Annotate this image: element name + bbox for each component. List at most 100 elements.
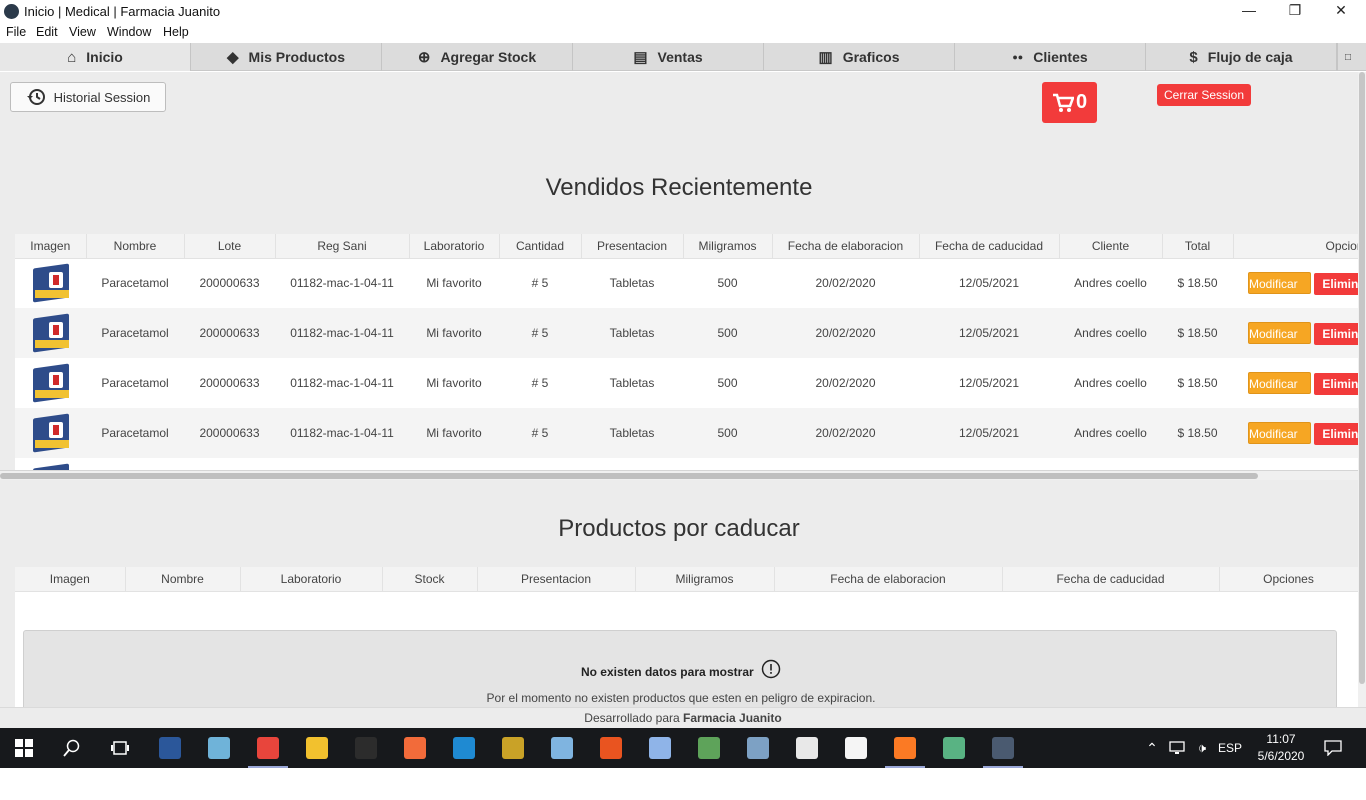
- column-header[interactable]: Presentacion: [581, 234, 684, 259]
- nav-tab-label: Mis Productos: [248, 49, 345, 65]
- electron-taskbar-button[interactable]: [979, 728, 1027, 768]
- column-header[interactable]: Fecha de caducidad: [1002, 567, 1220, 592]
- nav-overflow-icon[interactable]: □: [1337, 43, 1358, 71]
- android-studio-icon: [698, 737, 720, 759]
- delete-button[interactable]: Eliminar: [1314, 372, 1358, 395]
- table-header-row: Imagen Nombre Laboratorio Stock Presenta…: [15, 567, 1358, 592]
- delete-button[interactable]: Eliminar: [1314, 272, 1358, 295]
- scrollbar-thumb[interactable]: [0, 473, 1258, 479]
- git-taskbar-button[interactable]: [489, 728, 537, 768]
- cell-cliente: Andres coello: [1059, 258, 1162, 308]
- restore-button[interactable]: ❐: [1272, 2, 1318, 22]
- nav-tab-inicio[interactable]: ⌂ Inicio: [0, 43, 191, 71]
- column-header[interactable]: Laboratorio: [240, 567, 383, 592]
- windows-icon: [15, 739, 33, 757]
- menu-help[interactable]: Help: [163, 25, 189, 39]
- column-header[interactable]: Imagen: [15, 567, 126, 592]
- cell-cantidad: # 5: [499, 308, 581, 358]
- column-header[interactable]: Reg Sani: [275, 234, 410, 259]
- logout-button[interactable]: Cerrar Session: [1157, 84, 1251, 106]
- search-button[interactable]: [48, 728, 96, 768]
- column-header[interactable]: Opciones: [1233, 234, 1358, 259]
- scrollbar-thumb[interactable]: [1359, 72, 1365, 684]
- column-header[interactable]: Imagen: [15, 234, 87, 259]
- column-header[interactable]: Cliente: [1059, 234, 1163, 259]
- xampp-taskbar-button[interactable]: [881, 728, 929, 768]
- column-header[interactable]: Stock: [382, 567, 478, 592]
- footer-prefix: Desarrollado para: [584, 711, 680, 725]
- modify-button[interactable]: Modificar: [1248, 371, 1311, 394]
- terminal-taskbar-button[interactable]: [342, 728, 390, 768]
- column-header[interactable]: Total: [1162, 234, 1234, 259]
- vertical-scrollbar[interactable]: [1358, 72, 1366, 707]
- main-content: Historial Session 0 Cerrar Session Vendi…: [0, 72, 1358, 707]
- window-title: Inicio | Medical | Farmacia Juanito: [24, 4, 221, 19]
- delete-button[interactable]: Eliminar: [1314, 322, 1358, 345]
- column-header[interactable]: Nombre: [86, 234, 185, 259]
- language-indicator[interactable]: ESP: [1214, 728, 1246, 768]
- cart-button[interactable]: 0: [1042, 82, 1097, 123]
- column-header[interactable]: Presentacion: [477, 567, 636, 592]
- word-taskbar-button[interactable]: [146, 728, 194, 768]
- start-button[interactable]: [0, 728, 48, 768]
- column-header[interactable]: Fecha de elaboracion: [772, 234, 920, 259]
- postman-taskbar-button[interactable]: [391, 728, 439, 768]
- column-header[interactable]: Lote: [184, 234, 276, 259]
- column-header[interactable]: Cantidad: [499, 234, 582, 259]
- menu-edit[interactable]: Edit: [36, 25, 58, 39]
- slack-taskbar-button[interactable]: [783, 728, 831, 768]
- cell-options: Modificar Eliminar: [1233, 258, 1358, 308]
- column-header[interactable]: Miligramos: [635, 567, 775, 592]
- android-studio-taskbar-button[interactable]: [685, 728, 733, 768]
- modify-button[interactable]: Modificar: [1248, 271, 1311, 294]
- gitkraken-taskbar-button[interactable]: [930, 728, 978, 768]
- modify-button[interactable]: Modificar: [1248, 421, 1311, 444]
- column-header[interactable]: Opciones: [1219, 567, 1358, 592]
- nav-tab-flujo-de-caja[interactable]: $ Flujo de caja: [1146, 43, 1337, 71]
- network-glyph: [1169, 741, 1185, 754]
- minimize-button[interactable]: —: [1226, 2, 1272, 22]
- empty-state-text: Por el momento no existen productos que …: [486, 691, 876, 705]
- file-explorer-taskbar-button[interactable]: [293, 728, 341, 768]
- column-header[interactable]: Nombre: [125, 567, 241, 592]
- delete-button[interactable]: Eliminar: [1314, 422, 1358, 445]
- ubuntu-taskbar-button[interactable]: [587, 728, 635, 768]
- vscode-taskbar-button[interactable]: [440, 728, 488, 768]
- nav-tab-agregar-stock[interactable]: ⊕ Agregar Stock: [382, 43, 573, 71]
- notepad-taskbar-button[interactable]: [195, 728, 243, 768]
- show-hidden-icons-icon[interactable]: ⌃: [1140, 728, 1164, 768]
- title-bar: Inicio | Medical | Farmacia Juanito — ❐ …: [0, 0, 1366, 24]
- task-view-button[interactable]: [96, 728, 144, 768]
- cell-fecha-elaboracion: 20/02/2020: [772, 408, 919, 458]
- modify-button[interactable]: Modificar: [1248, 321, 1311, 344]
- column-header[interactable]: Fecha de elaboracion: [774, 567, 1003, 592]
- column-header[interactable]: Fecha de caducidad: [919, 234, 1060, 259]
- nav-tab-clientes[interactable]: ●● Clientes: [955, 43, 1146, 71]
- postgres-taskbar-button[interactable]: [734, 728, 782, 768]
- nav-tab-mis-productos[interactable]: ◆ Mis Productos: [191, 43, 382, 71]
- close-button[interactable]: ✕: [1318, 2, 1364, 22]
- history-session-button[interactable]: Historial Session: [10, 82, 166, 112]
- network-icon[interactable]: [1166, 728, 1188, 768]
- task-view-icon: [111, 741, 129, 755]
- nav-tab-graficos[interactable]: ▥ Graficos: [764, 43, 955, 71]
- menu-file[interactable]: File: [6, 25, 26, 39]
- nav-tab-ventas[interactable]: ▤ Ventas: [573, 43, 764, 71]
- cell-laboratorio: Mi favorito: [409, 358, 499, 408]
- vscode-icon: [453, 737, 475, 759]
- horizontal-scrollbar[interactable]: [0, 470, 1358, 480]
- notifications-button[interactable]: [1316, 728, 1350, 768]
- clock[interactable]: 11:07 5/6/2020: [1250, 728, 1312, 768]
- cell-total: $ 18.50: [1162, 408, 1233, 458]
- column-header[interactable]: Laboratorio: [409, 234, 500, 259]
- cell-miligramos: 500: [683, 308, 772, 358]
- notion-taskbar-button[interactable]: [832, 728, 880, 768]
- menu-window[interactable]: Window: [107, 25, 151, 39]
- virtualbox-taskbar-button[interactable]: [636, 728, 684, 768]
- volume-icon[interactable]: 🕩: [1190, 728, 1214, 768]
- chrome-taskbar-button[interactable]: [244, 728, 292, 768]
- menu-view[interactable]: View: [69, 25, 96, 39]
- column-header[interactable]: Miligramos: [683, 234, 773, 259]
- box-taskbar-button[interactable]: [538, 728, 586, 768]
- cell-lote: 200000633: [184, 258, 275, 308]
